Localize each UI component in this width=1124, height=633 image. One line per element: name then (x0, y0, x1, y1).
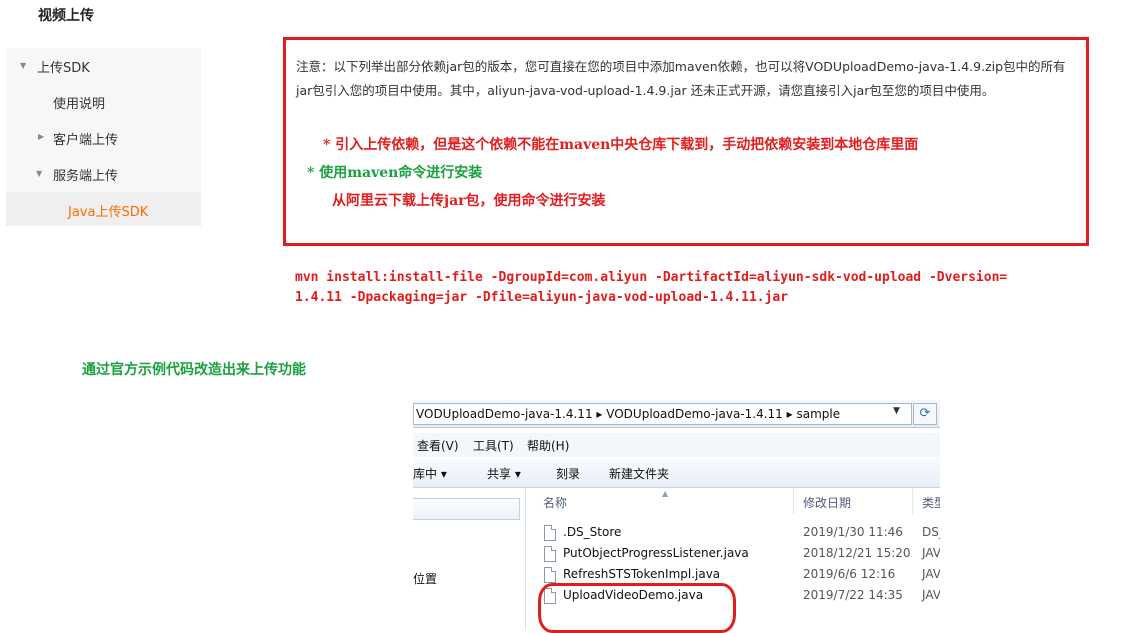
notice-box: 注意：以下列举出部分依赖jar包的版本，您可直接在您的项目中添加maven依赖，… (283, 37, 1089, 246)
navigation-pane-item[interactable]: 位置 (413, 570, 437, 587)
menu-bar: 查看(V) 工具(T) 帮助(H) (413, 433, 940, 457)
file-date: 2019/6/6 12:16 (803, 567, 896, 581)
menu-view[interactable]: 查看(V) (417, 437, 459, 454)
toolbar: 到库中 ▾ 共享 ▾ 刻录 新建文件夹 (413, 459, 940, 488)
annotation-download-jar: 从阿里云下载上传jar包，使用命令进行安装 (332, 193, 606, 209)
mvn-command-line-2: 1.4.11 -Dpackaging=jar -Dfile=aliyun-jav… (295, 290, 789, 305)
file-row[interactable]: PutObjectProgressListener.java 2018/12/2… (526, 544, 940, 565)
navigation-pane (413, 488, 526, 630)
toolbar-new-folder[interactable]: 新建文件夹 (609, 465, 669, 482)
sidebar-item-usage[interactable]: 使用说明 (53, 93, 105, 112)
column-header-date[interactable]: 修改日期 (803, 494, 851, 511)
toolbar-burn[interactable]: 刻录 (556, 465, 580, 482)
section-label: 通过官方示例代码改造出来上传功能 (82, 362, 306, 378)
highlight-annotation (538, 583, 736, 633)
toolbar-share[interactable]: 共享 ▾ (487, 465, 521, 482)
refresh-icon[interactable]: ⟳ (913, 403, 937, 425)
file-name: PutObjectProgressListener.java (563, 546, 749, 560)
column-header-type[interactable]: 类型 (922, 494, 940, 511)
file-date: 2019/1/30 11:46 (803, 525, 903, 539)
triangle-down-icon[interactable]: ▼ (36, 169, 42, 178)
navigation-pane-header (413, 498, 520, 520)
page-title: 视频上传 (38, 8, 94, 24)
sidebar: ▼ 上传SDK 使用说明 ▶ 客户端上传 ▼ 服务端上传 Java上传SDK (6, 48, 201, 226)
sidebar-item-upload-sdk[interactable]: 上传SDK (37, 57, 90, 76)
menu-help[interactable]: 帮助(H) (527, 437, 569, 454)
file-date: 2019/7/22 14:35 (803, 588, 903, 602)
triangle-right-icon[interactable]: ▶ (38, 132, 44, 141)
annotation-maven-install: * 使用maven命令进行安装 (307, 165, 483, 181)
file-type: DS_ (922, 525, 940, 539)
file-type: JAV (922, 546, 940, 560)
file-icon (544, 567, 556, 583)
dropdown-icon[interactable]: ▼ (893, 406, 900, 416)
menu-tools[interactable]: 工具(T) (473, 437, 514, 454)
annotation-dependency: * 引入上传依赖，但是这个依赖不能在maven中央仓库下载到，手动把依赖安装到本… (323, 137, 919, 153)
address-bar: VODUploadDemo-java-1.4.11 ▸ VODUploadDem… (413, 400, 940, 428)
sidebar-item-java-sdk[interactable]: Java上传SDK (68, 201, 148, 220)
file-date: 2018/12/21 15:20 (803, 546, 911, 560)
file-type: JAV (922, 588, 940, 602)
file-name: .DS_Store (563, 525, 622, 539)
sidebar-item-server-upload[interactable]: 服务端上传 (53, 165, 118, 184)
sidebar-item-client-upload[interactable]: 客户端上传 (53, 129, 118, 148)
triangle-down-icon[interactable]: ▼ (20, 61, 26, 70)
mvn-command-line-1: mvn install:install-file -DgroupId=com.a… (295, 270, 1008, 285)
address-field[interactable]: VODUploadDemo-java-1.4.11 ▸ VODUploadDem… (413, 403, 912, 425)
file-icon (544, 546, 556, 562)
file-type: JAV (922, 567, 940, 581)
toolbar-include-in-library[interactable]: 到库中 ▾ (413, 465, 447, 482)
notice-text: 注意：以下列举出部分依赖jar包的版本，您可直接在您的项目中添加maven依赖，… (296, 59, 1066, 98)
file-row[interactable]: .DS_Store 2019/1/30 11:46 DS_ (526, 523, 940, 544)
mvn-command: mvn install:install-file -DgroupId=com.a… (295, 268, 1120, 308)
file-name: RefreshSTSTokenImpl.java (563, 567, 721, 581)
file-icon (544, 525, 556, 541)
column-header-name[interactable]: 名称 (543, 494, 567, 511)
column-headers: 名称 修改日期 类型 (526, 488, 940, 514)
